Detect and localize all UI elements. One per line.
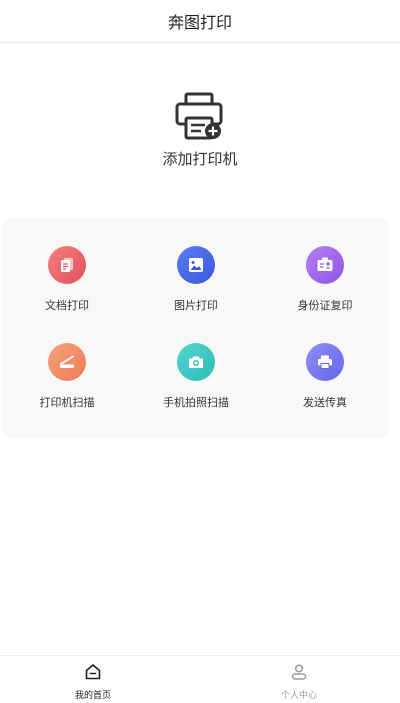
id-card-icon — [317, 257, 333, 271]
feature-document-print[interactable]: 文档打印 — [7, 246, 127, 313]
add-printer-button[interactable]: 添加打印机 — [0, 88, 400, 169]
nav-home-label: 我的首页 — [74, 691, 111, 701]
home-icon — [85, 664, 101, 680]
feature-id-card-copy[interactable]: 身份证复印 — [265, 246, 385, 313]
scanner-icon — [60, 355, 74, 368]
feature-label: 文档打印 — [45, 299, 89, 312]
printer-add-icon — [175, 92, 223, 140]
app-header: 奔图打印 — [0, 0, 400, 43]
image-icon — [189, 258, 203, 272]
feature-icon-bg — [48, 343, 86, 381]
feature-icon-bg — [306, 246, 344, 284]
feature-label: 身份证复印 — [297, 299, 353, 312]
bottom-nav: 我的首页 个人中心 — [0, 655, 400, 703]
camera-icon — [189, 356, 203, 368]
add-printer-label: 添加打印机 — [162, 150, 238, 168]
document-icon — [61, 258, 73, 272]
feature-grid: 文档打印 图片打印 身份证复印 打印机扫描 手机拍照扫描 发送传真 — [2, 218, 389, 438]
feature-label: 发送传真 — [303, 396, 347, 409]
feature-image-print[interactable]: 图片打印 — [136, 246, 256, 313]
feature-printer-scan[interactable]: 打印机扫描 — [7, 343, 127, 410]
feature-icon-bg — [177, 246, 215, 284]
user-icon — [291, 664, 307, 680]
fax-printer-icon — [318, 355, 332, 369]
page-title: 奔图打印 — [167, 13, 232, 32]
feature-label: 打印机扫描 — [39, 396, 95, 409]
feature-label: 手机拍照扫描 — [163, 396, 229, 409]
nav-profile[interactable]: 个人中心 — [239, 662, 359, 701]
feature-phone-photo-scan[interactable]: 手机拍照扫描 — [136, 343, 256, 410]
feature-icon-bg — [306, 343, 344, 381]
feature-label: 图片打印 — [174, 299, 218, 312]
nav-profile-label: 个人中心 — [280, 691, 317, 701]
feature-icon-bg — [177, 343, 215, 381]
feature-send-fax[interactable]: 发送传真 — [265, 343, 385, 410]
nav-home[interactable]: 我的首页 — [33, 662, 153, 701]
feature-icon-bg — [48, 246, 86, 284]
